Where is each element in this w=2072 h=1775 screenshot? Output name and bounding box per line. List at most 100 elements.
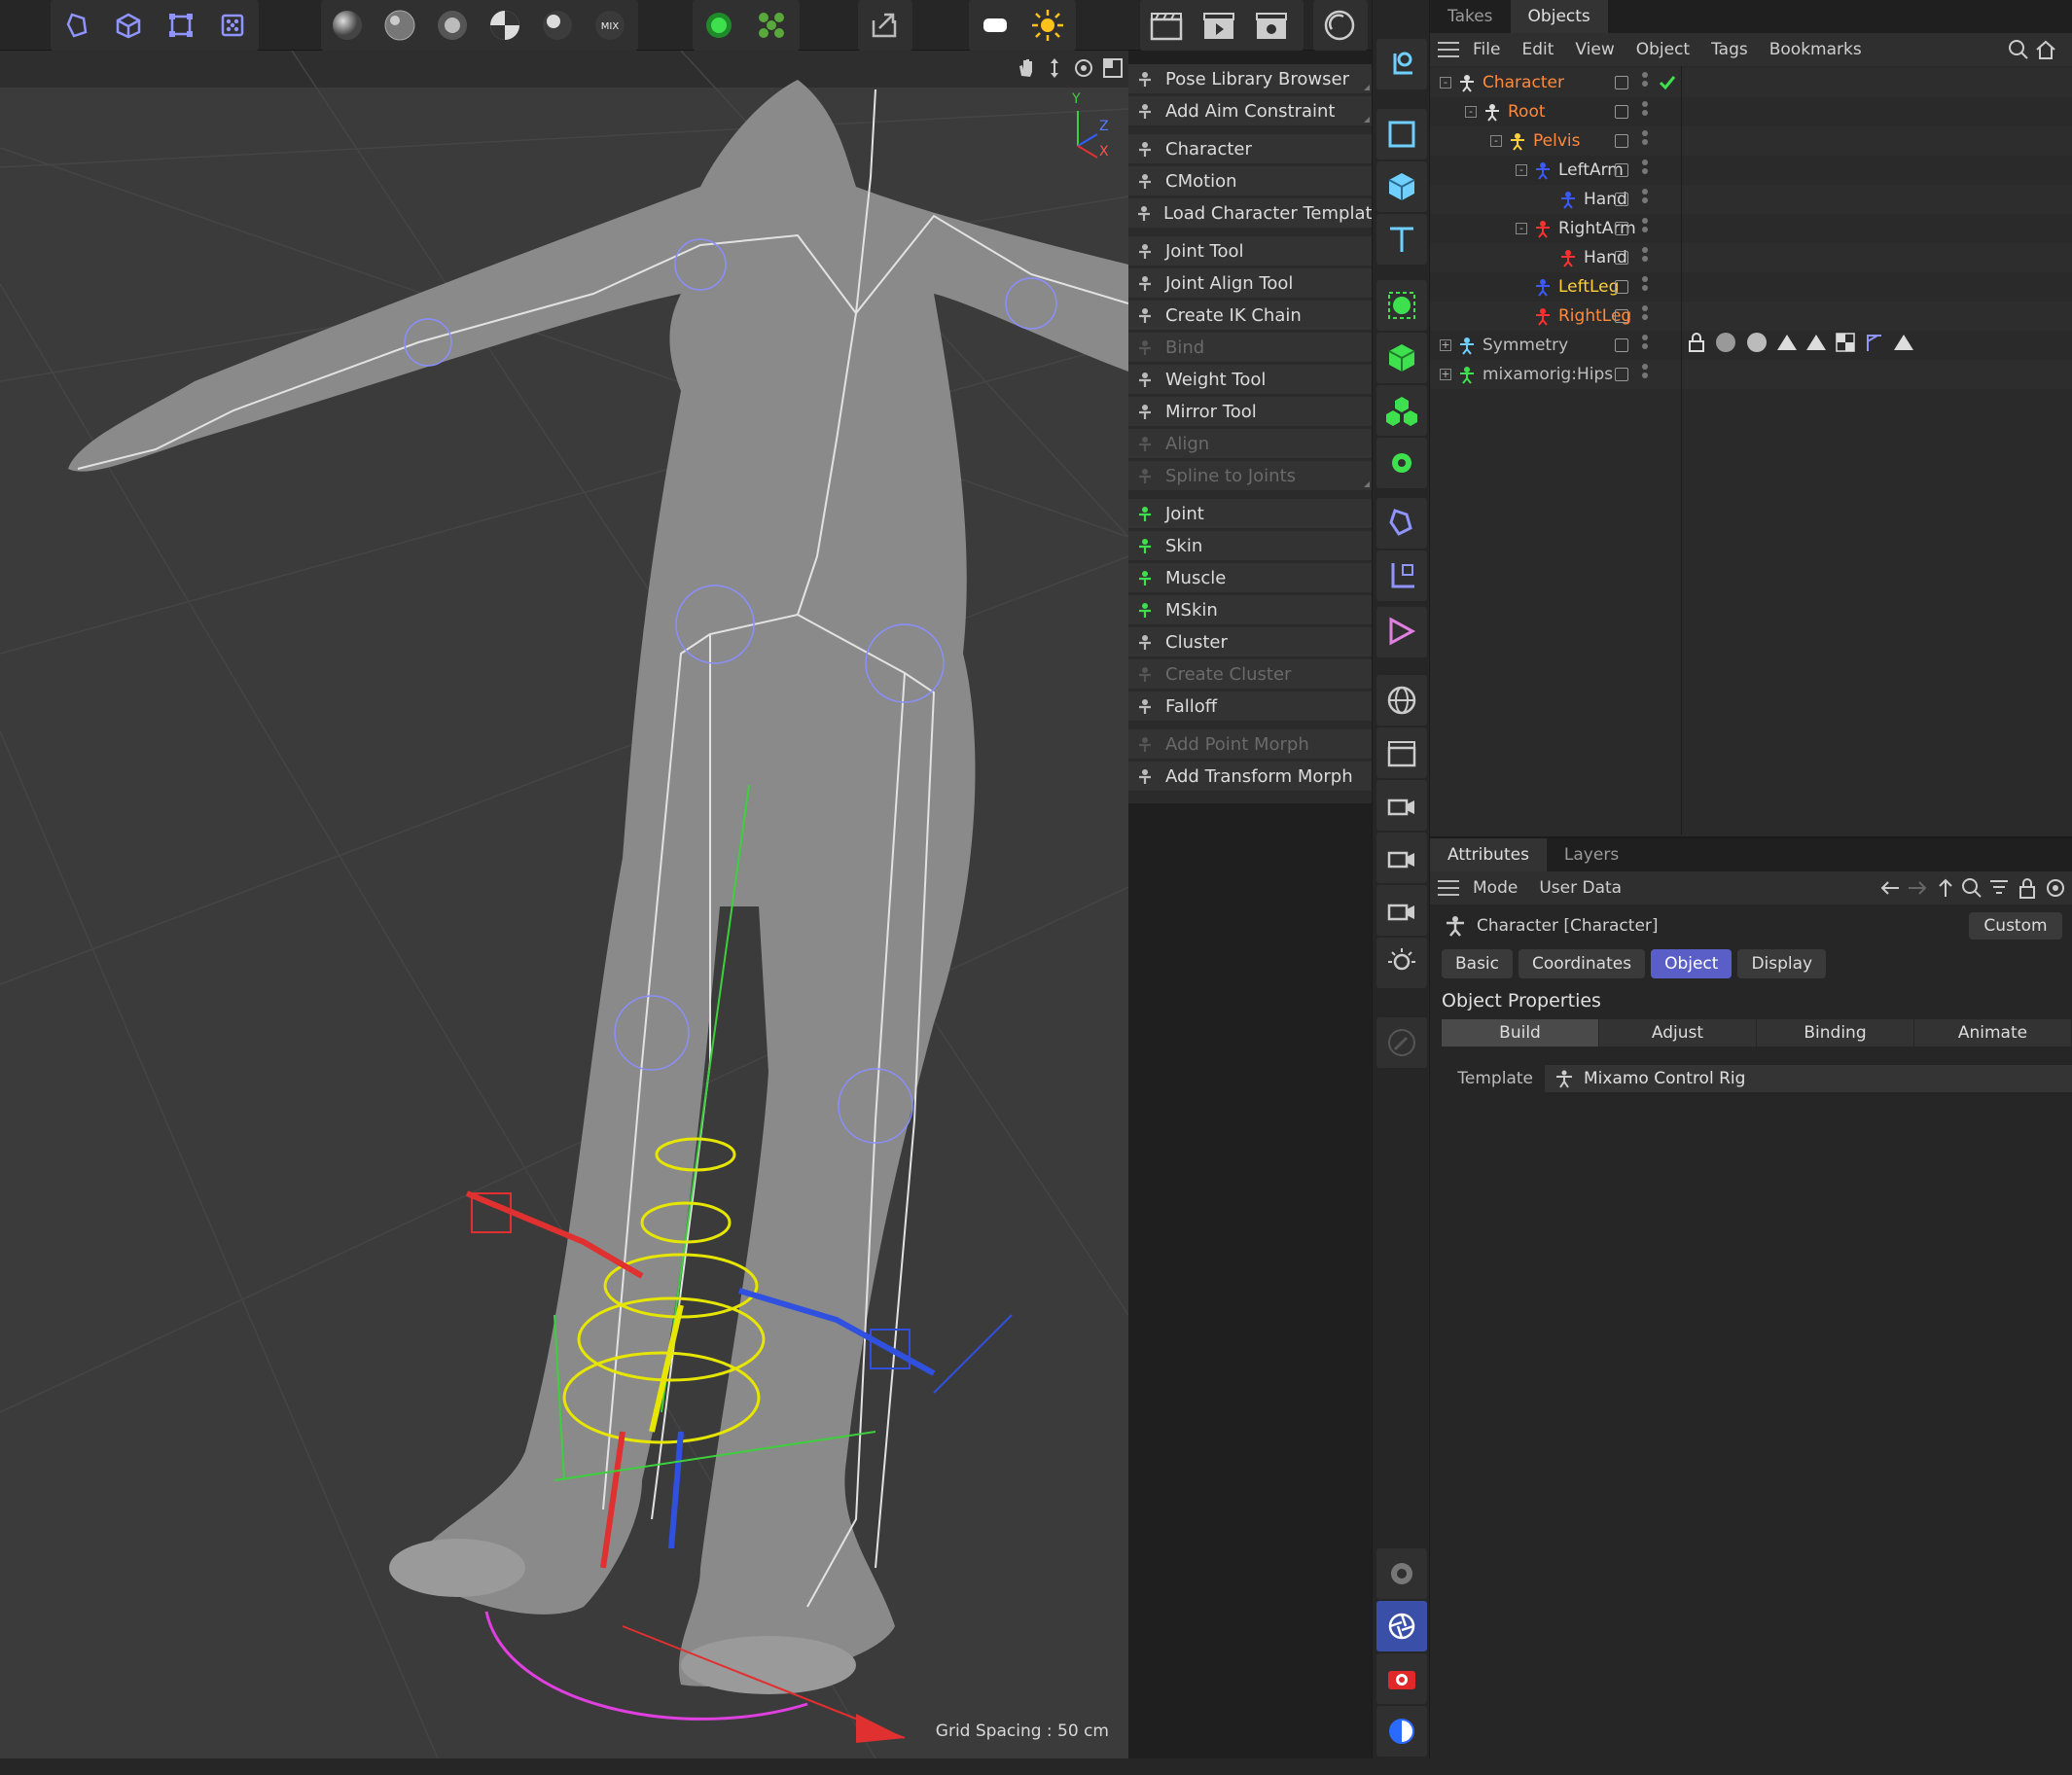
home-icon[interactable]: [2035, 39, 2056, 64]
viewport-3d[interactable]: Y Z X Grid Spacing : 50 cm: [0, 51, 1128, 1758]
shading-mix-button[interactable]: MIX: [584, 0, 636, 51]
expand-toggle-icon[interactable]: +: [1440, 339, 1451, 351]
palette-extrude-button[interactable]: [1376, 333, 1427, 383]
material-tag-icon-2[interactable]: [1745, 331, 1768, 354]
palette-cloner-button[interactable]: [1376, 280, 1427, 331]
palette-edit-button[interactable]: [1376, 1017, 1427, 1068]
phong-tag-icon[interactable]: [1776, 332, 1798, 353]
palette-cube-button[interactable]: [1376, 161, 1427, 212]
palette-camera-st-button[interactable]: [1376, 780, 1427, 831]
menu-bookmarks[interactable]: Bookmarks: [1769, 40, 1862, 59]
material-tag-icon[interactable]: [1714, 331, 1737, 354]
expand-toggle-icon[interactable]: -: [1465, 106, 1477, 118]
shading-chrome-button[interactable]: [426, 0, 479, 51]
menu-item-21[interactable]: Add Transform Morph: [1128, 762, 1372, 792]
palette-undo-button[interactable]: [1376, 39, 1427, 89]
lock-icon[interactable]: [2018, 876, 2037, 904]
visibility-dots-icon[interactable]: [1642, 305, 1650, 323]
subtab-build[interactable]: Build: [1442, 1019, 1599, 1047]
visibility-dots-icon[interactable]: [1642, 218, 1650, 235]
menu-item-5[interactable]: Joint Tool: [1128, 236, 1372, 266]
attr-tab-object[interactable]: Object: [1651, 949, 1733, 978]
palette-light-button[interactable]: [1376, 938, 1427, 988]
menu-item-0[interactable]: Pose Library Browser: [1128, 64, 1372, 94]
palette-rectangle-button[interactable]: [1376, 109, 1427, 160]
enabled-check-icon[interactable]: [1658, 73, 1677, 96]
tree-row[interactable]: + mixamorig:Hips: [1430, 360, 2072, 389]
uvw-tag-icon[interactable]: [1835, 332, 1856, 353]
tab-layers[interactable]: Layers: [1547, 838, 1636, 871]
visibility-dots-icon[interactable]: [1642, 130, 1650, 148]
template-field[interactable]: Mixamo Control Rig: [1545, 1065, 2072, 1092]
menu-item-1[interactable]: Add Aim Constraint: [1128, 96, 1372, 126]
tree-row[interactable]: - Character: [1430, 68, 2072, 97]
palette-fracture-button[interactable]: [1376, 385, 1427, 436]
search-icon[interactable]: [2008, 39, 2029, 64]
menu-item-16[interactable]: MSkin: [1128, 595, 1372, 625]
menu-user-data[interactable]: User Data: [1539, 878, 1622, 898]
edge-mode-button[interactable]: [155, 0, 207, 51]
subtab-binding[interactable]: Binding: [1757, 1019, 1914, 1047]
menu-object[interactable]: Object: [1636, 40, 1690, 59]
palette-camera-button[interactable]: [1376, 728, 1427, 778]
edit-toggle-icon[interactable]: [1615, 222, 1628, 235]
palette-contrast-button[interactable]: [1376, 1706, 1427, 1757]
menu-item-9[interactable]: Weight Tool: [1128, 365, 1372, 395]
edit-toggle-icon[interactable]: [1615, 193, 1628, 206]
menu-file[interactable]: File: [1473, 40, 1500, 59]
visibility-dots-icon[interactable]: [1642, 189, 1650, 206]
green-sphere-button[interactable]: [693, 0, 745, 51]
menu-item-10[interactable]: Mirror Tool: [1128, 397, 1372, 427]
floor-light-button[interactable]: [969, 0, 1021, 51]
menu-item-15[interactable]: Muscle: [1128, 563, 1372, 593]
model-mode-button[interactable]: [51, 0, 103, 51]
tree-row[interactable]: - Root: [1430, 97, 2072, 126]
expand-toggle-icon[interactable]: -: [1516, 223, 1527, 234]
export-button[interactable]: [858, 0, 911, 51]
render-view-button[interactable]: [1140, 0, 1193, 51]
phong-tag-icon-3[interactable]: [1893, 332, 1914, 353]
visibility-dots-icon[interactable]: [1642, 335, 1650, 352]
palette-coordinate-button[interactable]: [1376, 550, 1427, 601]
menu-item-2[interactable]: Character: [1128, 134, 1372, 164]
tree-row[interactable]: - Pelvis: [1430, 126, 2072, 156]
palette-text-button[interactable]: [1376, 214, 1427, 265]
tree-row[interactable]: Hand: [1430, 243, 2072, 272]
tree-row[interactable]: LeftLeg: [1430, 272, 2072, 302]
shading-glossy-button[interactable]: [374, 0, 426, 51]
render-settings-button[interactable]: [1245, 0, 1298, 51]
palette-render-camera-button[interactable]: [1376, 1653, 1427, 1704]
menu-mode[interactable]: Mode: [1473, 878, 1518, 898]
menu-tags[interactable]: Tags: [1711, 40, 1748, 59]
palette-aperture-button[interactable]: [1376, 1601, 1427, 1651]
expand-toggle-icon[interactable]: -: [1516, 164, 1527, 176]
expand-toggle-icon[interactable]: -: [1440, 77, 1451, 89]
ipr-button[interactable]: [1313, 0, 1366, 51]
tree-row[interactable]: Hand: [1430, 185, 2072, 214]
edit-toggle-icon[interactable]: [1615, 251, 1628, 265]
lock-tag-icon[interactable]: [1687, 332, 1706, 353]
expand-toggle-icon[interactable]: -: [1490, 135, 1502, 147]
menu-item-13[interactable]: Joint: [1128, 499, 1372, 529]
edit-toggle-icon[interactable]: [1615, 309, 1628, 323]
shading-reflect-button[interactable]: [531, 0, 584, 51]
visibility-dots-icon[interactable]: [1642, 160, 1650, 177]
menu-item-14[interactable]: Skin: [1128, 531, 1372, 561]
render-picture-viewer-button[interactable]: [1193, 0, 1245, 51]
new-manager-icon[interactable]: [2045, 877, 2066, 903]
forward-arrow-icon[interactable]: [1907, 878, 1928, 902]
visibility-dots-icon[interactable]: [1642, 101, 1650, 119]
palette-environment-button[interactable]: [1376, 675, 1427, 726]
menu-item-7[interactable]: Create IK Chain: [1128, 301, 1372, 331]
back-arrow-icon[interactable]: [1879, 878, 1901, 902]
palette-settings-button[interactable]: [1376, 1548, 1427, 1599]
custom-button[interactable]: Custom: [1969, 912, 2062, 940]
visibility-dots-icon[interactable]: [1642, 72, 1650, 89]
menu-item-4[interactable]: Load Character Template...: [1128, 198, 1400, 229]
attr-tab-display[interactable]: Display: [1737, 949, 1827, 978]
attr-search-icon[interactable]: [1961, 877, 1983, 903]
up-arrow-icon[interactable]: [1936, 877, 1955, 903]
menu-item-3[interactable]: CMotion: [1128, 166, 1372, 196]
edit-toggle-icon[interactable]: [1615, 368, 1628, 381]
subtab-animate[interactable]: Animate: [1914, 1019, 2072, 1047]
